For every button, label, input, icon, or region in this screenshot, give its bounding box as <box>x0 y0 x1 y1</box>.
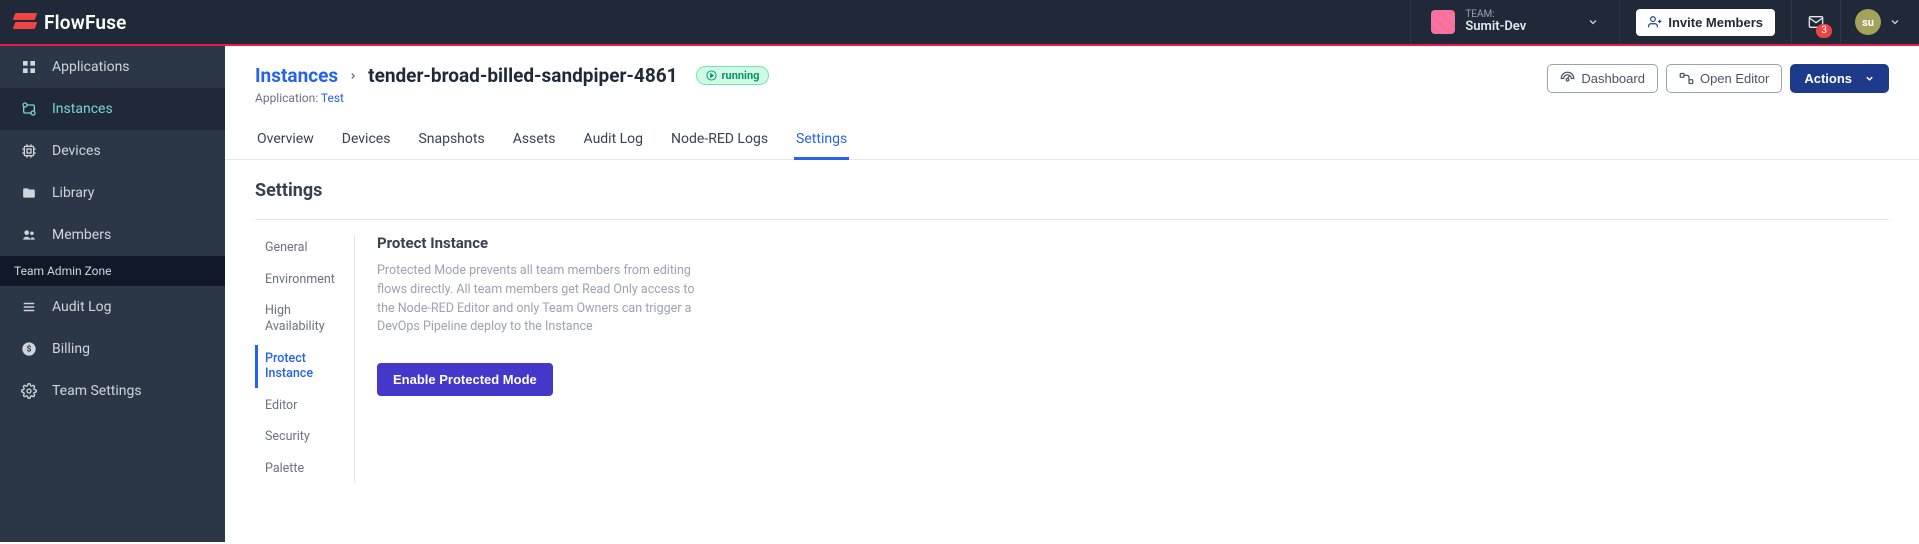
sidebar-item-label: Billing <box>52 341 90 357</box>
header-left: Instances tender-broad-billed-sandpiper-… <box>255 64 769 105</box>
sidebar-item-label: Applications <box>52 59 130 75</box>
user-plus-icon <box>1648 15 1662 29</box>
chevron-down-icon <box>1864 73 1875 84</box>
tabs: Overview Devices Snapshots Assets Audit … <box>225 105 1919 160</box>
enable-protected-mode-button[interactable]: Enable Protected Mode <box>377 363 553 396</box>
chevron-down-icon <box>1889 16 1901 28</box>
folder-icon <box>20 186 38 200</box>
sidebar-item-label: Members <box>52 227 111 243</box>
breadcrumb-root[interactable]: Instances <box>255 64 338 87</box>
sidebar-item-billing[interactable]: $ Billing <box>0 328 225 370</box>
open-editor-button[interactable]: Open Editor <box>1666 64 1782 93</box>
sidebar-item-instances[interactable]: Instances <box>0 88 225 130</box>
settings-side-palette[interactable]: Palette <box>255 455 346 483</box>
settings-side-high-availability[interactable]: High Availability <box>255 297 346 340</box>
protect-instance-description: Protected Mode prevents all team members… <box>377 262 695 337</box>
tab-node-red-logs[interactable]: Node-RED Logs <box>669 123 770 159</box>
sidebar-item-library[interactable]: Library <box>0 172 225 214</box>
sidebar-item-applications[interactable]: Applications <box>0 46 225 88</box>
play-icon <box>706 70 717 81</box>
settings-side-security[interactable]: Security <box>255 423 346 451</box>
sidebar-item-label: Instances <box>52 101 113 117</box>
sidebar-item-devices[interactable]: Devices <box>0 130 225 172</box>
tab-snapshots[interactable]: Snapshots <box>416 123 486 159</box>
tab-settings[interactable]: Settings <box>794 123 849 160</box>
list-icon <box>20 300 38 314</box>
team-selector[interactable]: TEAM: Sumit-Dev <box>1410 0 1620 44</box>
dollar-icon: $ <box>20 341 38 357</box>
invite-members-button[interactable]: Invite Members <box>1636 9 1775 36</box>
user-menu[interactable]: su <box>1841 9 1919 35</box>
breadcrumb: Instances tender-broad-billed-sandpiper-… <box>255 64 769 87</box>
tab-devices[interactable]: Devices <box>340 123 393 159</box>
topbar-right: TEAM: Sumit-Dev Invite Members 3 su <box>1410 0 1919 44</box>
settings-side-protect-instance[interactable]: Protect Instance <box>255 345 346 388</box>
chevron-down-icon <box>1587 16 1599 28</box>
chevron-right-icon <box>348 69 358 83</box>
protect-instance-title: Protect Instance <box>377 234 695 252</box>
team-name: Sumit-Dev <box>1465 20 1526 34</box>
sidebar: Applications Instances Devices Library M… <box>0 46 225 542</box>
settings-title: Settings <box>255 180 1889 201</box>
flow-icon <box>1679 71 1694 86</box>
application-line: Application: Test <box>255 91 769 105</box>
tab-overview[interactable]: Overview <box>255 123 316 159</box>
gear-icon <box>20 383 38 399</box>
sidebar-item-audit-log[interactable]: Audit Log <box>0 286 225 328</box>
logo-icon <box>14 13 36 31</box>
instances-icon <box>20 101 38 117</box>
main-content: Instances tender-broad-billed-sandpiper-… <box>225 46 1919 542</box>
sidebar-item-label: Team Settings <box>52 383 142 399</box>
settings-content: Protect Instance Protected Mode prevents… <box>355 234 695 483</box>
notifications-button[interactable]: 3 <box>1791 0 1841 44</box>
dashboard-button[interactable]: Dashboard <box>1547 64 1658 93</box>
settings-panel: Settings General Environment High Availa… <box>225 160 1919 503</box>
topbar: FlowFuse TEAM: Sumit-Dev Invite Members … <box>0 0 1919 46</box>
sidebar-item-members[interactable]: Members <box>0 214 225 256</box>
actions-button[interactable]: Actions <box>1790 64 1889 93</box>
settings-side-general[interactable]: General <box>255 234 346 262</box>
sidebar-admin-header: Team Admin Zone <box>0 256 225 286</box>
sidebar-item-label: Audit Log <box>52 299 112 315</box>
users-icon <box>20 228 38 242</box>
status-text: running <box>722 69 760 82</box>
status-badge: running <box>696 66 770 85</box>
settings-side-nav: General Environment High Availability Pr… <box>255 234 355 483</box>
svg-text:$: $ <box>27 344 32 355</box>
sidebar-item-team-settings[interactable]: Team Settings <box>0 370 225 412</box>
sidebar-item-label: Library <box>52 185 94 201</box>
invite-label: Invite Members <box>1668 15 1763 30</box>
gauge-icon <box>1560 71 1575 86</box>
tab-audit-log[interactable]: Audit Log <box>582 123 646 159</box>
brand[interactable]: FlowFuse <box>0 11 127 34</box>
application-link[interactable]: Test <box>321 91 344 105</box>
avatar: su <box>1855 9 1881 35</box>
notification-badge: 3 <box>1816 24 1832 38</box>
chip-icon <box>20 143 38 159</box>
sidebar-item-label: Devices <box>52 143 101 159</box>
settings-side-environment[interactable]: Environment <box>255 266 346 294</box>
tab-assets[interactable]: Assets <box>511 123 558 159</box>
breadcrumb-current: tender-broad-billed-sandpiper-4861 <box>368 64 677 87</box>
header-actions: Dashboard Open Editor Actions <box>1547 64 1889 93</box>
application-label: Application: <box>255 91 318 105</box>
grid-icon <box>20 59 38 75</box>
settings-side-editor[interactable]: Editor <box>255 392 346 420</box>
brand-text: FlowFuse <box>44 11 127 34</box>
team-icon <box>1431 10 1455 34</box>
